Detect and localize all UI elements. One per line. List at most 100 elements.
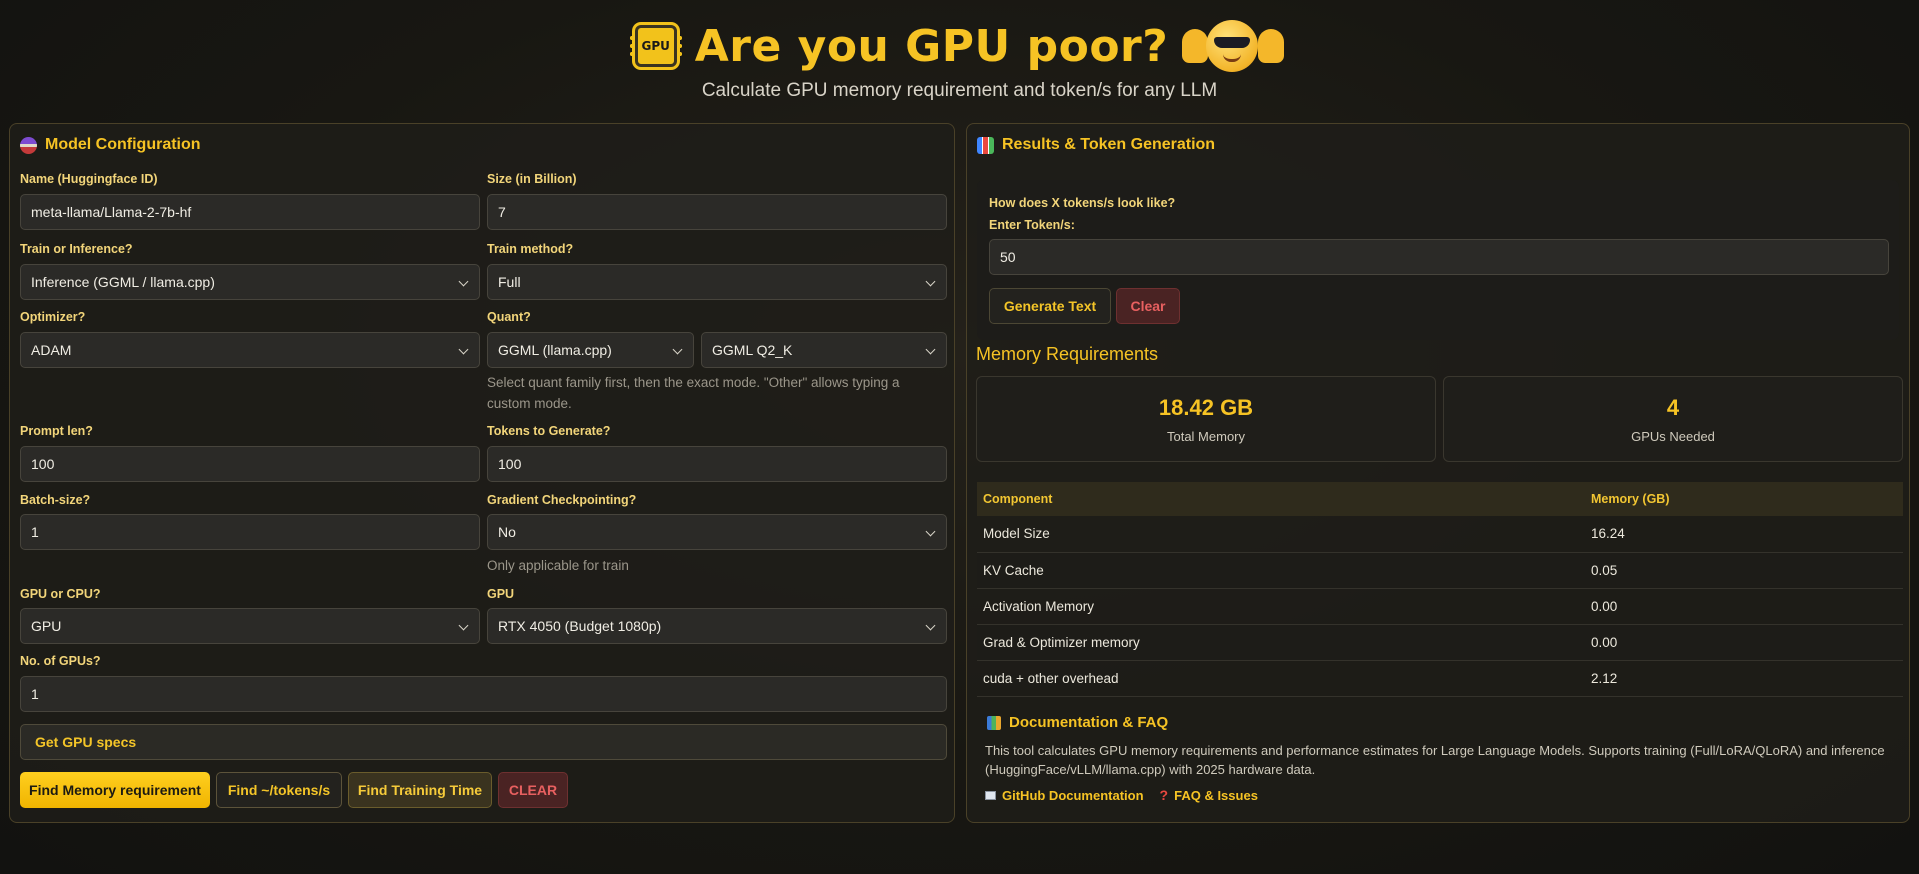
- documentation-text: This tool calculates GPU memory requirem…: [985, 743, 1885, 777]
- gpu-or-cpu-label: GPU or CPU?: [20, 587, 101, 601]
- quant-hint: Select quant family first, then the exac…: [487, 375, 900, 411]
- table-header-row: Component Memory (GB): [977, 482, 1903, 516]
- faq-issues-link[interactable]: ? FAQ & Issues: [1160, 787, 1258, 803]
- memory-breakdown-table: Component Memory (GB) Model Size 16.24 K…: [977, 482, 1903, 697]
- gpu-chip-icon: GPU: [629, 25, 682, 67]
- sunglasses-face-icon: [1206, 20, 1259, 72]
- train-or-inference-label: Train or Inference?: [20, 242, 133, 256]
- clear-text-button[interactable]: Clear: [1116, 288, 1180, 324]
- token-generation-box: How does X tokens/s look like? Enter Tok…: [977, 180, 1899, 340]
- tokens-to-generate-label: Tokens to Generate?: [487, 424, 611, 438]
- results-title: Results & Token Generation: [977, 136, 1215, 154]
- model-config-title: Model Configuration: [20, 136, 201, 154]
- table-row: Grad & Optimizer memory 0.00: [977, 624, 1903, 661]
- gpu-select[interactable]: RTX 4050 (Budget 1080p): [487, 608, 947, 644]
- gradient-checkpointing-value: No: [498, 524, 516, 540]
- size-label: Size (in Billion): [487, 172, 577, 186]
- flexed-arm-left-icon: [1182, 29, 1209, 63]
- question-mark-icon: ?: [1159, 787, 1169, 803]
- train-or-inference-select[interactable]: Inference (GGML / llama.cpp): [20, 264, 480, 300]
- flex-emoji-icon: [1182, 20, 1285, 72]
- gradient-checkpointing-hint: Only applicable for train: [487, 558, 629, 573]
- table-row: Activation Memory 0.00: [977, 588, 1903, 625]
- flexed-arm-right-icon: [1258, 29, 1285, 63]
- model-configuration-panel: Model Configuration Name (Huggingface ID…: [9, 123, 955, 823]
- memory-cell: 0.05: [1585, 552, 1903, 589]
- gpu-label: GPU: [487, 587, 515, 601]
- github-documentation-link-text: GitHub Documentation: [1002, 787, 1144, 803]
- optimizer-select[interactable]: ADAM: [20, 332, 480, 368]
- num-gpus-label: No. of GPUs?: [20, 654, 101, 668]
- book-icon: [985, 790, 996, 800]
- table-row: Model Size 16.24: [977, 516, 1903, 553]
- gpus-needed-label: GPUs Needed: [1631, 429, 1715, 444]
- chevron-down-icon: [458, 344, 469, 355]
- total-memory-card: 18.42 GB Total Memory: [976, 376, 1436, 462]
- gpus-needed-value: 4: [1666, 395, 1680, 420]
- title-row: GPU Are you GPU poor?: [0, 16, 1919, 76]
- find-memory-requirement-button[interactable]: Find Memory requirement: [20, 772, 210, 808]
- table-row: cuda + other overhead 2.12: [977, 660, 1903, 697]
- model-name-input[interactable]: meta-llama/Llama-2-7b-hf: [20, 194, 480, 230]
- page-subtitle: Calculate GPU memory requirement and tok…: [701, 80, 1218, 101]
- quant-mode-value: GGML Q2_K: [712, 342, 793, 358]
- component-cell: Activation Memory: [977, 588, 1585, 625]
- train-method-select[interactable]: Full: [487, 264, 947, 300]
- model-size-input[interactable]: 7: [487, 194, 947, 230]
- page-header: GPU Are you GPU poor? Calculate GPU memo…: [0, 0, 1919, 118]
- memory-cell: 16.24: [1585, 516, 1903, 553]
- documentation-title: Documentation & FAQ: [987, 714, 1168, 731]
- prompt-len-input[interactable]: 100: [20, 446, 480, 482]
- results-title-text: Results & Token Generation: [1002, 136, 1216, 153]
- config-icon: [20, 136, 37, 154]
- page-title: Are you GPU poor?: [694, 20, 1169, 72]
- optimizer-value: ADAM: [31, 342, 72, 358]
- model-config-title-text: Model Configuration: [45, 136, 201, 153]
- total-memory-label: Total Memory: [1166, 429, 1246, 444]
- books-icon: [987, 715, 1001, 730]
- component-cell: cuda + other overhead: [977, 660, 1585, 697]
- quant-mode-select[interactable]: GGML Q2_K: [701, 332, 947, 368]
- memory-cell: 0.00: [1585, 588, 1903, 625]
- results-panel: Results & Token Generation How does X to…: [966, 123, 1910, 823]
- batch-size-input[interactable]: 1: [20, 514, 480, 550]
- find-training-time-button[interactable]: Find Training Time: [348, 772, 492, 808]
- github-documentation-link[interactable]: GitHub Documentation: [985, 787, 1144, 803]
- chevron-down-icon: [458, 620, 469, 631]
- train-or-inference-value: Inference (GGML / llama.cpp): [31, 274, 215, 290]
- component-cell: Model Size: [977, 516, 1585, 553]
- gpu-value: RTX 4050 (Budget 1080p): [498, 618, 662, 634]
- memory-requirements-heading: Memory Requirements: [976, 344, 1159, 364]
- token-input-label: Enter Token/s:: [989, 218, 1075, 232]
- chevron-down-icon: [925, 526, 936, 537]
- total-memory-value: 18.42 GB: [1158, 395, 1254, 420]
- column-header-memory: Memory (GB): [1585, 482, 1903, 516]
- gpu-or-cpu-select[interactable]: GPU: [20, 608, 480, 644]
- tokens-to-generate-input[interactable]: 100: [487, 446, 947, 482]
- train-method-value: Full: [498, 274, 521, 290]
- memory-cell: 0.00: [1585, 624, 1903, 661]
- name-label: Name (Huggingface ID): [20, 172, 158, 186]
- faq-issues-link-text: FAQ & Issues: [1174, 787, 1258, 803]
- tokens-per-second-input[interactable]: 50: [989, 239, 1889, 275]
- optimizer-label: Optimizer?: [20, 310, 86, 324]
- get-gpu-specs-button[interactable]: Get GPU specs: [20, 724, 947, 760]
- find-tokens-per-second-button[interactable]: Find ~/tokens/s: [216, 772, 342, 808]
- num-gpus-input[interactable]: 1: [20, 676, 947, 712]
- quant-family-select[interactable]: GGML (llama.cpp): [487, 332, 694, 368]
- table-row: KV Cache 0.05: [977, 552, 1903, 589]
- bar-chart-icon: [977, 136, 994, 154]
- chevron-down-icon: [925, 344, 936, 355]
- generate-text-button[interactable]: Generate Text: [989, 288, 1111, 324]
- gradient-checkpointing-label: Gradient Checkpointing?: [487, 493, 637, 507]
- component-cell: KV Cache: [977, 552, 1585, 589]
- gradient-checkpointing-select[interactable]: No: [487, 514, 947, 550]
- clear-config-button[interactable]: CLEAR: [498, 772, 568, 808]
- column-header-component: Component: [977, 482, 1585, 516]
- documentation-links: GitHub Documentation ? FAQ & Issues: [985, 787, 1258, 803]
- quant-label: Quant?: [487, 310, 531, 324]
- batch-size-label: Batch-size?: [20, 493, 91, 507]
- memory-cell: 2.12: [1585, 660, 1903, 697]
- gpu-chip-label: GPU: [641, 39, 670, 53]
- train-method-label: Train method?: [487, 242, 574, 256]
